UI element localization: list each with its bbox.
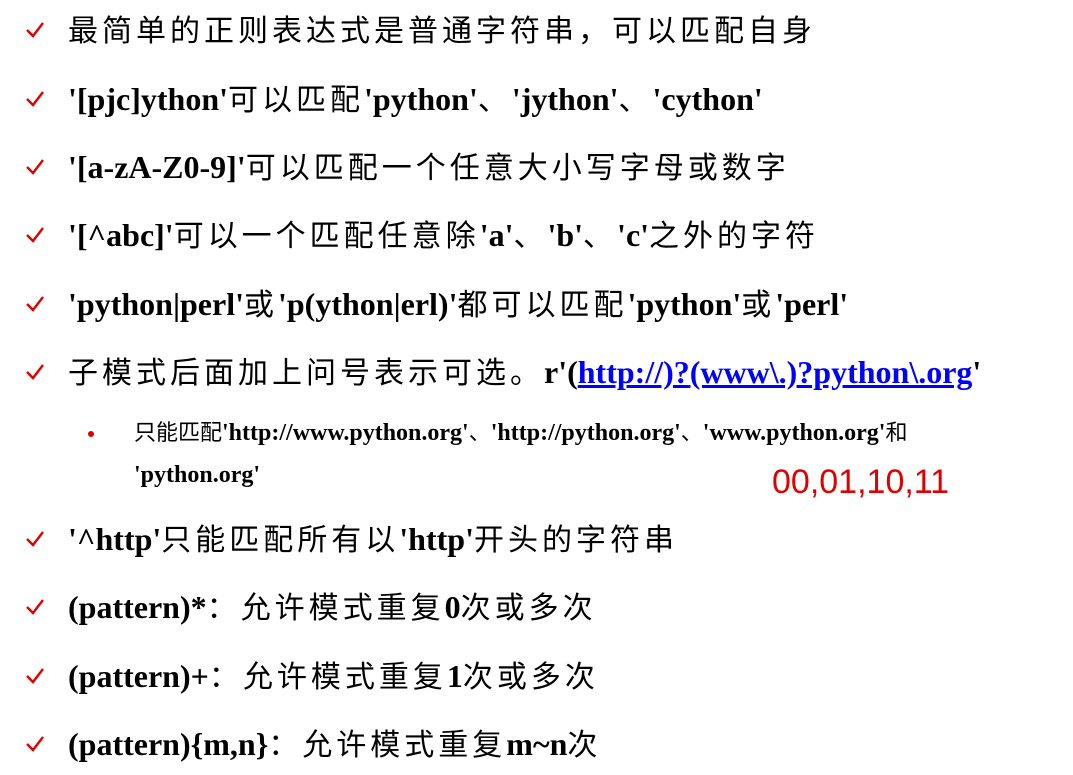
code-text: '[a-zA-Z0-9]' — [68, 149, 246, 185]
code-text: 0 — [444, 589, 461, 625]
description-text: 、 — [618, 83, 653, 118]
item-text: '^http'只能匹配所有以'http'开头的字符串 — [68, 514, 678, 564]
description-text: 或 — [243, 288, 278, 323]
code-text: 'python.org' — [134, 462, 261, 488]
sub-item-text-line2: 'python.org' — [134, 457, 260, 493]
checkmark-icon — [26, 364, 44, 380]
description-text: ：允许模式重复 — [268, 728, 507, 763]
item-text: 'python|perl'或'p(ython|erl)'都可以匹配'python… — [68, 279, 848, 329]
bullet-dot-icon — [88, 431, 94, 437]
code-text: m~n — [506, 726, 568, 762]
item-text: (pattern)+：允许模式重复1次或多次 — [68, 651, 599, 701]
description-text: 可以匹配 — [228, 83, 364, 118]
item-text: (pattern){m,n}：允许模式重复m~n次 — [68, 719, 601, 769]
sub-item-text-line1: 只能匹配'http://www.python.org'、'http://pyth… — [134, 415, 908, 451]
code-text: 'perl' — [775, 286, 849, 322]
description-text: 、 — [513, 219, 548, 254]
description-text: ：允许模式重复 — [208, 660, 447, 695]
code-text: '[pjc]ython' — [68, 81, 228, 117]
description-text: 或 — [741, 288, 776, 323]
description-text: 子模式后面加上问号表示可选。 — [68, 356, 544, 391]
code-text: '[^abc]' — [68, 217, 174, 253]
description-text: 次或多次 — [460, 591, 597, 626]
checkmark-icon — [26, 91, 44, 107]
description-text: 可以匹配一个任意大小写字母或数字 — [245, 151, 790, 186]
code-text: ' — [972, 354, 982, 390]
description-text: 可以一个匹配任意除 — [173, 219, 480, 254]
item-text: '[^abc]'可以一个匹配任意除'a'、'b'、'c'之外的字符 — [68, 210, 819, 260]
item-text: '[a-zA-Z0-9]'可以匹配一个任意大小写字母或数字 — [68, 142, 790, 192]
item-text: 子模式后面加上问号表示可选。r'(http://)?(www\.)?python… — [68, 347, 981, 397]
description-text: 、 — [583, 219, 618, 254]
description-text: 之外的字符 — [649, 219, 820, 254]
item-text: '[pjc]ython'可以匹配'python'、'jython'、'cytho… — [68, 74, 763, 124]
checkmark-icon — [26, 296, 44, 312]
code-text: 'p(ython|erl)' — [277, 286, 458, 322]
code-text: 'b' — [547, 217, 584, 253]
description-text: 都可以匹配 — [457, 288, 628, 323]
checkmark-icon — [26, 736, 44, 752]
url-link[interactable]: http://)?(www\.)?python\.org — [578, 354, 973, 390]
description-text: 次 — [567, 728, 602, 763]
code-text: 'python|perl' — [68, 286, 244, 322]
annotation-text: 00,01,10,11 — [772, 463, 950, 501]
code-text: (pattern)* — [68, 589, 207, 625]
description-text: 只能匹配所有以 — [161, 523, 400, 558]
code-text: (pattern)+ — [68, 658, 209, 694]
code-text: 'jython' — [511, 81, 619, 117]
checkmark-icon — [26, 599, 44, 615]
description-text: 、 — [468, 421, 491, 446]
checkmark-icon — [26, 531, 44, 547]
code-text: 'python' — [364, 81, 478, 117]
checkmark-icon — [26, 668, 44, 684]
checkmark-icon — [26, 22, 44, 38]
description-text: 、 — [477, 83, 512, 118]
code-text: '^http' — [68, 521, 162, 557]
code-text: 'http://www.python.org' — [222, 420, 469, 446]
description-text: 最简单的正则表达式是普通字符串，可以匹配自身 — [68, 14, 816, 49]
code-text: 'python' — [627, 286, 742, 322]
item-text: 最简单的正则表达式是普通字符串，可以匹配自身 — [68, 5, 816, 55]
code-text: 'www.python.org' — [702, 420, 886, 446]
description-text: 和 — [885, 421, 908, 446]
code-text: (pattern){m,n} — [68, 726, 269, 762]
checkmark-icon — [26, 227, 44, 243]
description-text: 、 — [680, 421, 703, 446]
code-text: r'( — [544, 354, 578, 390]
checkmark-icon — [26, 159, 44, 175]
item-text: (pattern)*：允许模式重复0次或多次 — [68, 582, 597, 632]
code-text: 1 — [446, 658, 463, 694]
code-text: 'cython' — [652, 81, 763, 117]
description-text: 次或多次 — [462, 660, 599, 695]
code-text: 'c' — [617, 217, 650, 253]
code-text: 'http://python.org' — [490, 420, 681, 446]
code-text: 'http' — [399, 521, 474, 557]
code-text: 'a' — [479, 217, 514, 253]
description-text: 只能匹配 — [134, 421, 223, 446]
description-text: ：允许模式重复 — [206, 591, 445, 626]
description-text: 开头的字符串 — [473, 523, 678, 558]
